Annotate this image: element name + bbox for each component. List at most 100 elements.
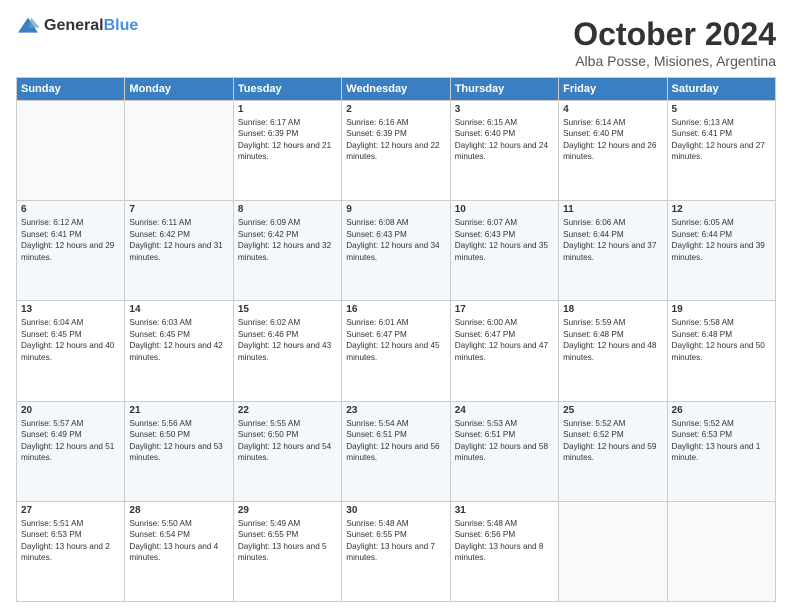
table-row: 27 Sunrise: 5:51 AMSunset: 6:53 PMDayligh… (17, 501, 125, 601)
day-info: Sunrise: 6:07 AMSunset: 6:43 PMDaylight:… (455, 217, 554, 263)
table-row: 23 Sunrise: 5:54 AMSunset: 6:51 PMDayligh… (342, 401, 450, 501)
table-row: 30 Sunrise: 5:48 AMSunset: 6:55 PMDayligh… (342, 501, 450, 601)
table-row (125, 101, 233, 201)
day-number: 1 (238, 104, 337, 115)
header: GeneralBlue October 2024 Alba Posse, Mis… (16, 16, 776, 69)
day-number: 26 (672, 405, 771, 416)
day-number: 10 (455, 204, 554, 215)
title-block: October 2024 Alba Posse, Misiones, Argen… (573, 16, 776, 69)
table-row: 24Sunrise: 5:53 AMSunset: 6:51 PMDayligh… (450, 401, 558, 501)
day-number: 20 (21, 405, 120, 416)
table-row: 12Sunrise: 6:05 AMSunset: 6:44 PMDayligh… (667, 201, 775, 301)
table-row: 11 Sunrise: 6:06 AMSunset: 6:44 PMDayligh… (559, 201, 667, 301)
table-row: 20 Sunrise: 5:57 AMSunset: 6:49 PMDayligh… (17, 401, 125, 501)
calendar: Sunday Monday Tuesday Wednesday Thursday… (16, 77, 776, 602)
table-row: 25 Sunrise: 5:52 AMSunset: 6:52 PMDayligh… (559, 401, 667, 501)
table-row: 14 Sunrise: 6:03 AMSunset: 6:45 PMDayligh… (125, 301, 233, 401)
table-row: 5Sunrise: 6:13 AMSunset: 6:41 PMDaylight… (667, 101, 775, 201)
table-row: 4 Sunrise: 6:14 AMSunset: 6:40 PMDaylight… (559, 101, 667, 201)
col-sunday: Sunday (17, 78, 125, 101)
day-info: Sunrise: 5:48 AMSunset: 6:55 PMDaylight:… (346, 518, 445, 564)
table-row: 10 Sunrise: 6:07 AMSunset: 6:43 PMDayligh… (450, 201, 558, 301)
day-info: Sunrise: 5:56 AMSunset: 6:50 PMDaylight:… (129, 418, 228, 464)
day-info: Sunrise: 5:52 AMSunset: 6:53 PMDaylight:… (672, 418, 771, 464)
calendar-week-row: 1Sunrise: 6:17 AMSunset: 6:39 PMDaylight… (17, 101, 776, 201)
table-row: 3 Sunrise: 6:15 AMSunset: 6:40 PMDaylight… (450, 101, 558, 201)
day-number: 2 (346, 104, 445, 115)
table-row: 21 Sunrise: 5:56 AMSunset: 6:50 PMDayligh… (125, 401, 233, 501)
day-info: Sunrise: 6:03 AMSunset: 6:45 PMDaylight:… (129, 317, 228, 363)
day-number: 17 (455, 304, 554, 315)
table-row: 19 Sunrise: 5:58 AMSunset: 6:48 PMDayligh… (667, 301, 775, 401)
day-number: 19 (672, 304, 771, 315)
col-wednesday: Wednesday (342, 78, 450, 101)
day-number: 7 (129, 204, 228, 215)
day-number: 18 (563, 304, 662, 315)
page: GeneralBlue October 2024 Alba Posse, Mis… (0, 0, 792, 612)
table-row: 6 Sunrise: 6:12 AMSunset: 6:41 PMDaylight… (17, 201, 125, 301)
day-info: Sunrise: 6:09 AMSunset: 6:42 PMDaylight:… (238, 217, 337, 263)
day-number: 15 (238, 304, 337, 315)
col-monday: Monday (125, 78, 233, 101)
day-number: 9 (346, 204, 445, 215)
logo-general: GeneralBlue (44, 17, 138, 35)
day-number: 14 (129, 304, 228, 315)
day-number: 28 (129, 505, 228, 516)
col-friday: Friday (559, 78, 667, 101)
table-row: 15 Sunrise: 6:02 AMSunset: 6:46 PMDayligh… (233, 301, 341, 401)
day-info: Sunrise: 6:16 AMSunset: 6:39 PMDaylight:… (346, 117, 445, 163)
table-row (17, 101, 125, 201)
calendar-week-row: 20 Sunrise: 5:57 AMSunset: 6:49 PMDayligh… (17, 401, 776, 501)
location-title: Alba Posse, Misiones, Argentina (573, 53, 776, 69)
table-row: 26 Sunrise: 5:52 AMSunset: 6:53 PMDayligh… (667, 401, 775, 501)
day-number: 11 (563, 204, 662, 215)
day-info: Sunrise: 6:05 AMSunset: 6:44 PMDaylight:… (672, 217, 771, 263)
day-number: 4 (563, 104, 662, 115)
day-info: Sunrise: 5:54 AMSunset: 6:51 PMDaylight:… (346, 418, 445, 464)
day-info: Sunrise: 6:02 AMSunset: 6:46 PMDaylight:… (238, 317, 337, 363)
day-number: 8 (238, 204, 337, 215)
day-info: Sunrise: 5:50 AMSunset: 6:54 PMDaylight:… (129, 518, 228, 564)
logo: GeneralBlue (16, 16, 138, 36)
table-row (667, 501, 775, 601)
day-info: Sunrise: 5:48 AMSunset: 6:56 PMDaylight:… (455, 518, 554, 564)
day-number: 6 (21, 204, 120, 215)
day-info: Sunrise: 6:06 AMSunset: 6:44 PMDaylight:… (563, 217, 662, 263)
table-row: 17 Sunrise: 6:00 AMSunset: 6:47 PMDayligh… (450, 301, 558, 401)
day-info: Sunrise: 6:14 AMSunset: 6:40 PMDaylight:… (563, 117, 662, 163)
day-number: 30 (346, 505, 445, 516)
day-info: Sunrise: 5:59 AMSunset: 6:48 PMDaylight:… (563, 317, 662, 363)
day-number: 25 (563, 405, 662, 416)
day-info: Sunrise: 6:12 AMSunset: 6:41 PMDaylight:… (21, 217, 120, 263)
day-number: 22 (238, 405, 337, 416)
calendar-header-row: Sunday Monday Tuesday Wednesday Thursday… (17, 78, 776, 101)
table-row: 16Sunrise: 6:01 AMSunset: 6:47 PMDayligh… (342, 301, 450, 401)
day-number: 5 (672, 104, 771, 115)
day-number: 16 (346, 304, 445, 315)
day-info: Sunrise: 5:51 AMSunset: 6:53 PMDaylight:… (21, 518, 120, 564)
table-row (559, 501, 667, 601)
day-info: Sunrise: 6:15 AMSunset: 6:40 PMDaylight:… (455, 117, 554, 163)
month-title: October 2024 (573, 16, 776, 53)
day-info: Sunrise: 5:52 AMSunset: 6:52 PMDaylight:… (563, 418, 662, 464)
table-row: 7 Sunrise: 6:11 AMSunset: 6:42 PMDaylight… (125, 201, 233, 301)
day-number: 23 (346, 405, 445, 416)
table-row: 2 Sunrise: 6:16 AMSunset: 6:39 PMDaylight… (342, 101, 450, 201)
calendar-week-row: 13Sunrise: 6:04 AMSunset: 6:45 PMDayligh… (17, 301, 776, 401)
day-info: Sunrise: 5:57 AMSunset: 6:49 PMDaylight:… (21, 418, 120, 464)
day-info: Sunrise: 5:58 AMSunset: 6:48 PMDaylight:… (672, 317, 771, 363)
day-number: 3 (455, 104, 554, 115)
day-number: 21 (129, 405, 228, 416)
col-thursday: Thursday (450, 78, 558, 101)
table-row: 18 Sunrise: 5:59 AMSunset: 6:48 PMDayligh… (559, 301, 667, 401)
day-info: Sunrise: 5:55 AMSunset: 6:50 PMDaylight:… (238, 418, 337, 464)
logo-icon (16, 16, 40, 36)
table-row: 13Sunrise: 6:04 AMSunset: 6:45 PMDayligh… (17, 301, 125, 401)
table-row: 22 Sunrise: 5:55 AMSunset: 6:50 PMDayligh… (233, 401, 341, 501)
table-row: 29Sunrise: 5:49 AMSunset: 6:55 PMDayligh… (233, 501, 341, 601)
day-info: Sunrise: 6:08 AMSunset: 6:43 PMDaylight:… (346, 217, 445, 263)
day-info: Sunrise: 6:11 AMSunset: 6:42 PMDaylight:… (129, 217, 228, 263)
day-number: 24 (455, 405, 554, 416)
day-number: 27 (21, 505, 120, 516)
day-info: Sunrise: 6:00 AMSunset: 6:47 PMDaylight:… (455, 317, 554, 363)
